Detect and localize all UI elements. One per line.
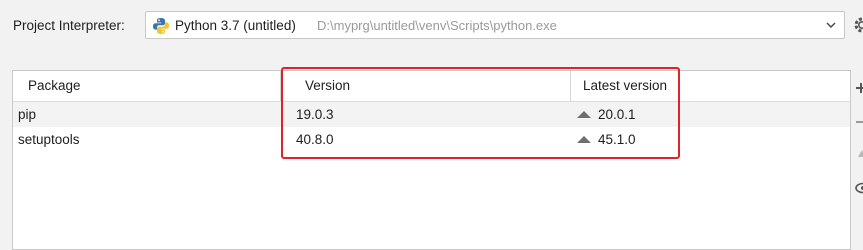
packages-table[interactable]: Package Version Latest version pip 19.0.… — [12, 70, 851, 250]
upgrade-arrow-icon — [577, 111, 591, 118]
chevron-down-icon — [826, 22, 836, 28]
remove-icon[interactable] — [854, 115, 863, 129]
add-icon[interactable] — [854, 81, 863, 95]
column-header-version[interactable]: Version — [305, 77, 350, 95]
gear-icon[interactable] — [851, 14, 863, 36]
package-name: setuptools — [18, 132, 80, 147]
table-header: Package Version Latest version — [13, 71, 850, 102]
package-version: 19.0.3 — [296, 107, 334, 122]
package-latest-version: 45.1.0 — [598, 132, 636, 147]
table-row[interactable]: pip 19.0.3 20.0.1 — [13, 102, 850, 127]
column-header-package[interactable]: Package — [28, 77, 81, 95]
interpreter-path: D:\myprg\untitled\venv\Scripts\python.ex… — [317, 18, 557, 33]
package-latest-version: 20.0.1 — [598, 107, 636, 122]
upgrade-arrow-icon — [577, 136, 591, 143]
table-row[interactable]: setuptools 40.8.0 45.1.0 — [13, 127, 850, 152]
package-version: 40.8.0 — [296, 132, 334, 147]
interpreter-dropdown[interactable]: Python 3.7 (untitled) D:\myprg\untitled\… — [145, 11, 845, 39]
package-name: pip — [18, 107, 37, 122]
column-divider[interactable] — [570, 71, 571, 101]
project-interpreter-label: Project Interpreter: — [13, 18, 125, 33]
eye-icon[interactable] — [854, 181, 863, 195]
upgrade-icon[interactable] — [854, 147, 863, 161]
python-icon — [153, 18, 169, 34]
column-header-latest-version[interactable]: Latest version — [583, 77, 667, 95]
interpreter-name: Python 3.7 (untitled) — [175, 18, 296, 33]
column-divider[interactable] — [280, 71, 281, 101]
